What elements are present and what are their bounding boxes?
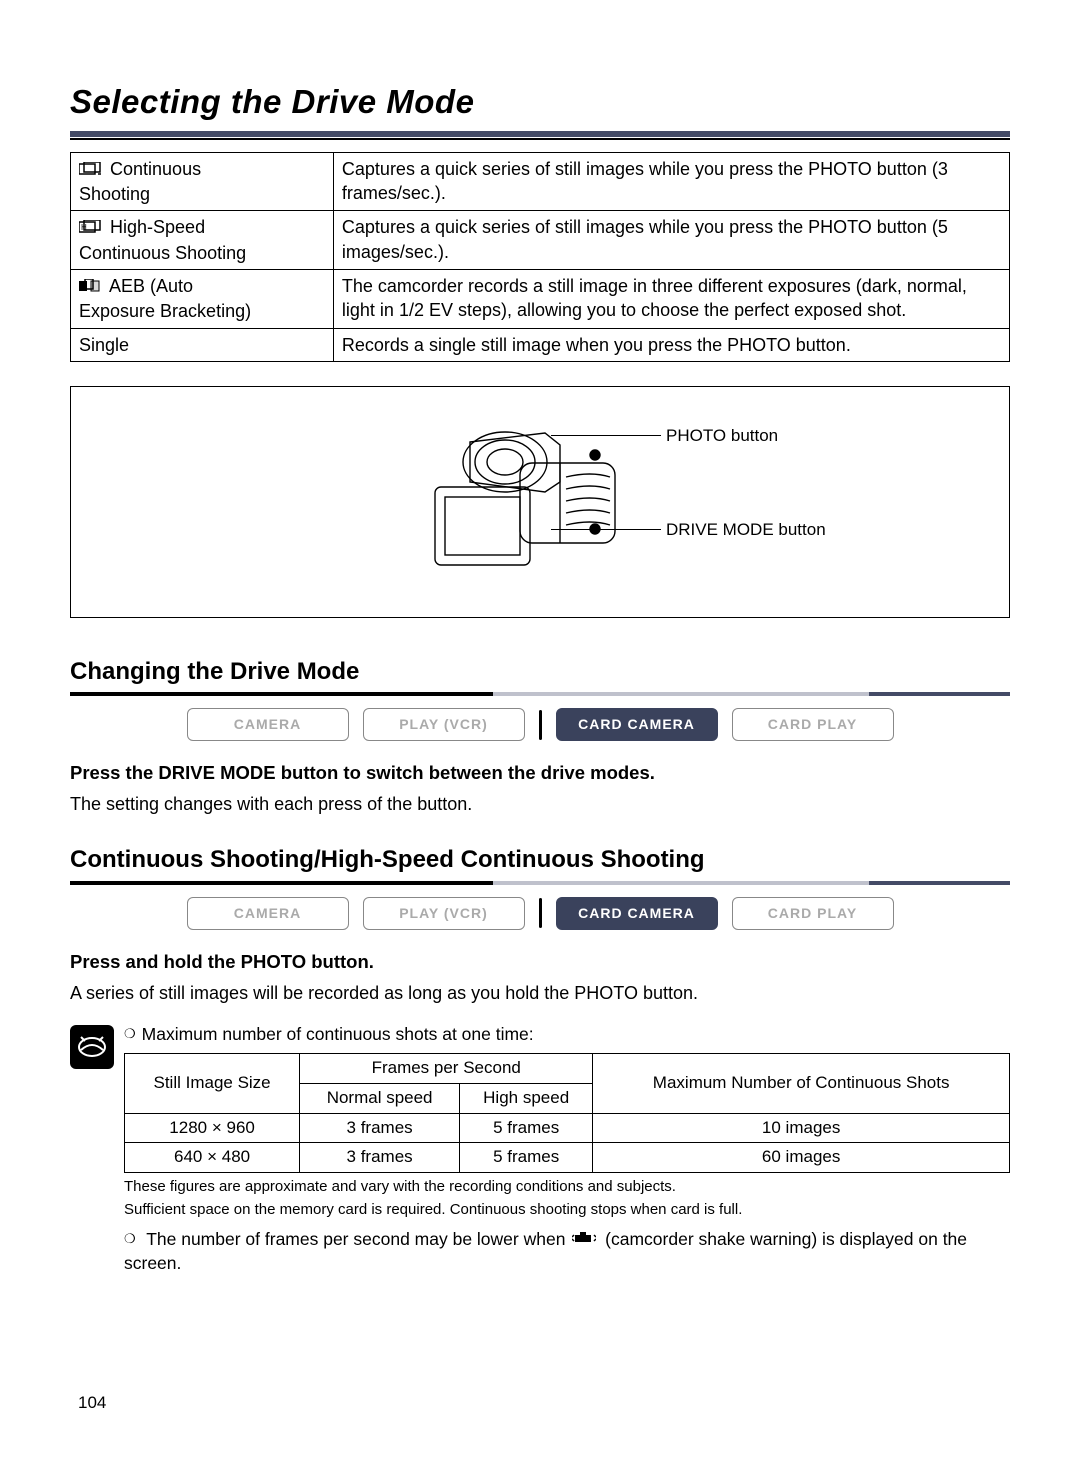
body-continuous: A series of still images will be recorde… [70, 981, 1010, 1005]
fine-print-1: These figures are approximate and vary w… [124, 1177, 1010, 1197]
shake-pre: The number of frames per second may be l… [146, 1229, 570, 1249]
section-heading-change: Changing the Drive Mode [70, 656, 1010, 688]
cell-size: 640 × 480 [125, 1143, 300, 1173]
note-block: Maximum number of continuous shots at on… [70, 1023, 1010, 1276]
title-rule [70, 131, 1010, 137]
mode-desc: Captures a quick series of still images … [333, 211, 1009, 270]
camcorder-diagram: PHOTO button DRIVE MODE button [70, 386, 1010, 618]
pill-camera: CAMERA [187, 897, 349, 930]
mode-desc: Captures a quick series of still images … [333, 152, 1009, 211]
continuous-icon [79, 158, 101, 182]
shake-warning-icon [572, 1228, 596, 1252]
pill-camera: CAMERA [187, 708, 349, 741]
cell-max: 10 images [593, 1113, 1010, 1143]
callout-line [551, 529, 661, 530]
mode-desc: The camcorder records a still image in t… [333, 269, 1009, 328]
cell-high: 5 frames [460, 1143, 593, 1173]
th-fps: Frames per Second [300, 1053, 593, 1083]
mode-name: High-Speed [110, 217, 205, 237]
fine-print-2: Sufficient space on the memory card is r… [124, 1200, 1010, 1220]
callout-line [551, 435, 661, 436]
pill-separator [539, 898, 542, 928]
pill-card-camera: CARD CAMERA [556, 708, 718, 741]
th-size: Still Image Size [125, 1053, 300, 1113]
mode-pills: CAMERA PLAY (VCR) CARD CAMERA CARD PLAY [70, 897, 1010, 930]
table-row: Continuous Shooting Captures a quick ser… [71, 152, 1010, 211]
mode-name: Continuous [110, 159, 201, 179]
svg-text:H: H [81, 223, 87, 232]
title-rule-thin [70, 138, 1010, 140]
mode-pills: CAMERA PLAY (VCR) CARD CAMERA CARD PLAY [70, 708, 1010, 741]
th-high: High speed [460, 1083, 593, 1113]
high-speed-icon: H [79, 216, 101, 240]
cell-high: 5 frames [460, 1113, 593, 1143]
th-max: Maximum Number of Continuous Shots [593, 1053, 1010, 1113]
mode-name: AEB (Auto [109, 276, 193, 296]
th-normal: Normal speed [300, 1083, 460, 1113]
pill-card-play: CARD PLAY [732, 708, 894, 741]
mode-desc: Records a single still image when you pr… [333, 328, 1009, 361]
drive-modes-table: Continuous Shooting Captures a quick ser… [70, 152, 1010, 362]
page-title: Selecting the Drive Mode [70, 80, 1010, 125]
table-row: 640 × 480 3 frames 5 frames 60 images [125, 1143, 1010, 1173]
section-rule [70, 881, 1010, 885]
drive-mode-button-label: DRIVE MODE button [666, 519, 826, 542]
pill-card-camera: CARD CAMERA [556, 897, 718, 930]
note-shake: The number of frames per second may be l… [124, 1228, 1010, 1276]
table-row: Single Records a single still image when… [71, 328, 1010, 361]
cell-normal: 3 frames [300, 1143, 460, 1173]
pill-play-vcr: PLAY (VCR) [363, 897, 525, 930]
section-rule [70, 692, 1010, 696]
instruction-change: Press the DRIVE MODE button to switch be… [70, 761, 1010, 786]
mode-name: Continuous Shooting [79, 243, 246, 263]
table-row: H High-Speed Continuous Shooting Capture… [71, 211, 1010, 270]
table-row: AEB (Auto Exposure Bracketing) The camco… [71, 269, 1010, 328]
note-icon [70, 1025, 114, 1069]
body-change: The setting changes with each press of t… [70, 792, 1010, 816]
note-intro: Maximum number of continuous shots at on… [124, 1023, 1010, 1047]
cell-normal: 3 frames [300, 1113, 460, 1143]
continuous-shots-table: Still Image Size Frames per Second Maxim… [124, 1053, 1010, 1174]
mode-name: Single [79, 335, 129, 355]
mode-name: Shooting [79, 184, 150, 204]
instruction-continuous: Press and hold the PHOTO button. [70, 950, 1010, 975]
photo-button-label: PHOTO button [666, 425, 778, 448]
page-number: 104 [78, 1392, 106, 1415]
pill-card-play: CARD PLAY [732, 897, 894, 930]
mode-name: Exposure Bracketing) [79, 301, 251, 321]
table-row: 1280 × 960 3 frames 5 frames 10 images [125, 1113, 1010, 1143]
cell-max: 60 images [593, 1143, 1010, 1173]
pill-separator [539, 710, 542, 740]
cell-size: 1280 × 960 [125, 1113, 300, 1143]
section-heading-continuous: Continuous Shooting/High-Speed Continuou… [70, 844, 1010, 876]
pill-play-vcr: PLAY (VCR) [363, 708, 525, 741]
aeb-icon [79, 275, 101, 299]
